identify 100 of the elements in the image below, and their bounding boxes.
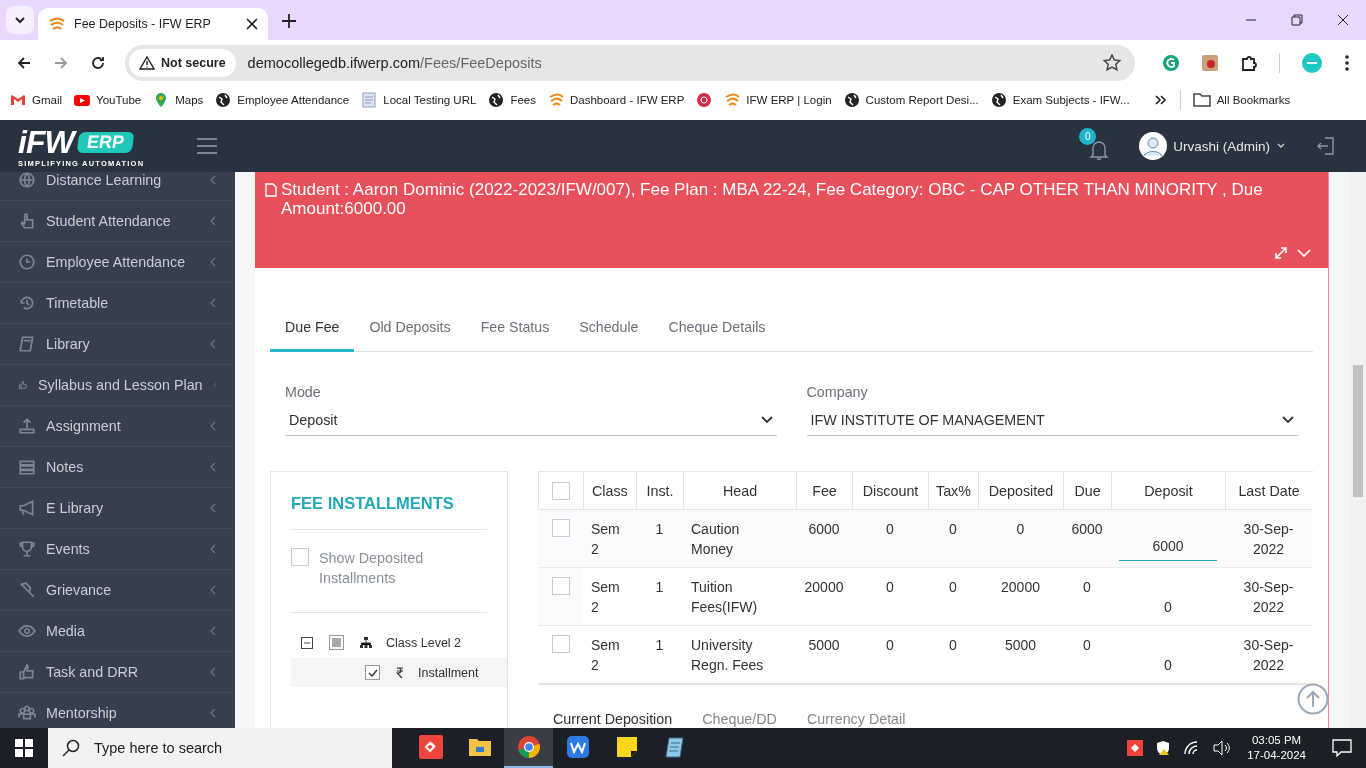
globe-icon xyxy=(990,92,1007,108)
swirl-icon xyxy=(724,92,741,108)
table-cell-text: 0 xyxy=(1164,597,1172,617)
tree-node-label[interactable]: Class Level 2 xyxy=(386,635,462,650)
user-menu[interactable]: Urvashi (Admin) xyxy=(1139,132,1286,160)
field-label: Mode xyxy=(285,384,322,400)
bookmark[interactable]: Maps xyxy=(153,92,204,108)
chevron-left-icon xyxy=(209,298,217,308)
bookmark[interactable]: Local Testing URL xyxy=(361,92,477,108)
extension-logo-icon[interactable] xyxy=(1201,53,1219,72)
caret-icon xyxy=(1282,416,1294,424)
caret-icon xyxy=(760,416,773,424)
close-icon[interactable] xyxy=(246,18,258,30)
target-icon xyxy=(696,92,713,108)
table-cell-text: 20000 xyxy=(1001,578,1040,597)
star-icon[interactable] xyxy=(1103,53,1121,72)
diamond-app-icon xyxy=(418,735,443,759)
table-cell-text: 0 xyxy=(886,636,894,655)
list-icon xyxy=(18,458,36,476)
browser-tab[interactable]: Fee Deposits - IFW ERP xyxy=(38,8,268,40)
chevron-left-icon xyxy=(209,503,217,513)
table-cell-text: 0 xyxy=(1083,578,1091,597)
sidebar-item[interactable]: Distance Learning xyxy=(0,172,235,201)
speaker-icon[interactable] xyxy=(1213,740,1232,756)
diamond-app-icon[interactable] xyxy=(1127,740,1144,756)
address-bar[interactable]: Not secure democollegedb.ifwerp.com/Fees/FeeDeposits xyxy=(125,44,1135,81)
clock-icon xyxy=(18,253,36,271)
chevron-left-icon xyxy=(212,380,217,390)
chevron-left-icon xyxy=(209,462,217,472)
bookmark[interactable]: Employee Attendance xyxy=(215,92,350,108)
bookmark[interactable]: Custom Report Desi... xyxy=(843,92,979,108)
bell-icon[interactable] xyxy=(1089,139,1110,161)
bookmark[interactable]: Gmail xyxy=(10,92,63,108)
scrollbar-thumb[interactable] xyxy=(1353,365,1363,497)
chevrons-right-icon[interactable] xyxy=(1153,93,1168,107)
bookmark[interactable]: Dashboard - IFW ERP xyxy=(547,92,685,108)
field-label: Company xyxy=(806,384,869,400)
search-field[interactable]: Type here to search xyxy=(48,728,392,768)
tree-node-label[interactable]: Installment xyxy=(418,665,479,680)
chevron-down-icon[interactable] xyxy=(1296,246,1312,260)
sidebar-item[interactable]: Notes xyxy=(0,447,235,488)
chevron-left-icon xyxy=(209,708,217,718)
tree-checkbox[interactable] xyxy=(365,665,380,680)
table-cell-text: 6000 xyxy=(808,520,840,539)
table-cell-text: Sem 2 xyxy=(591,636,621,675)
tab[interactable]: Current Deposition xyxy=(553,711,673,727)
select-all-checkbox[interactable] xyxy=(552,481,570,500)
play-icon xyxy=(74,92,91,108)
forward-icon[interactable] xyxy=(53,54,69,71)
tab[interactable]: Old Deposits xyxy=(354,313,466,352)
chevron-left-icon xyxy=(209,216,217,226)
chevron-left-icon xyxy=(209,175,217,185)
hierarchy-icon xyxy=(360,637,372,648)
security-chip[interactable]: Not secure xyxy=(129,48,236,77)
shield-icon[interactable] xyxy=(1155,740,1172,756)
warning-icon xyxy=(139,55,155,70)
panel-title: FEE INSTALLMENTS xyxy=(291,493,455,514)
bookmark[interactable]: Exam Subjects - IFW... xyxy=(990,92,1130,108)
tree-checkbox[interactable] xyxy=(329,635,344,650)
puzzle-icon[interactable] xyxy=(1240,53,1258,72)
tab[interactable]: Cheque/DD xyxy=(702,711,777,727)
grammarly-icon[interactable] xyxy=(1162,53,1180,72)
tab[interactable]: Fee Status xyxy=(465,313,565,352)
thumbs-up-icon xyxy=(18,663,36,681)
tab[interactable]: Schedule xyxy=(564,313,654,352)
bookmark[interactable]: Fees xyxy=(488,92,536,108)
menu-icon[interactable] xyxy=(196,138,218,154)
all-bookmarks-button[interactable]: All Bookmarks xyxy=(1192,92,1291,108)
expand-icon[interactable] xyxy=(1274,246,1288,260)
tab[interactable]: Due Fee xyxy=(270,313,355,352)
table-cell-text: 0 xyxy=(949,636,957,655)
table-cell-text: 5000 xyxy=(808,636,840,655)
row-checkbox[interactable] xyxy=(551,577,570,595)
tab-search-button[interactable] xyxy=(6,6,34,34)
taskbar-app[interactable] xyxy=(504,728,553,768)
notifications-icon[interactable] xyxy=(1332,739,1352,757)
table-cell-text: 0 xyxy=(949,578,957,597)
bookmark[interactable] xyxy=(696,92,713,108)
bookmark[interactable]: IFW ERP | Login xyxy=(724,92,832,108)
clock[interactable]: 03:05 PM 17-04-2024 xyxy=(1247,733,1306,763)
logout-icon[interactable] xyxy=(1316,136,1336,156)
tab[interactable]: Currency Detail xyxy=(806,711,906,727)
checkbox[interactable] xyxy=(291,548,309,566)
globe-icon xyxy=(215,92,232,108)
chevron-down-icon xyxy=(14,14,26,26)
collapse-icon[interactable] xyxy=(301,636,313,649)
select-field[interactable]: Deposit xyxy=(285,405,777,436)
trophy-icon xyxy=(18,540,36,558)
more-menu-icon[interactable] xyxy=(1344,53,1350,72)
bookmark[interactable]: YouTube xyxy=(74,92,142,108)
reload-icon[interactable] xyxy=(90,54,106,71)
row-checkbox[interactable] xyxy=(551,635,570,653)
select-field[interactable]: IFW INSTITUTE OF MANAGEMENT xyxy=(806,405,1298,436)
windows-start-icon[interactable] xyxy=(15,739,33,757)
new-tab-icon[interactable] xyxy=(282,14,296,28)
row-checkbox[interactable] xyxy=(551,519,570,537)
globe-icon xyxy=(488,92,505,108)
tab[interactable]: Cheque Details xyxy=(653,313,781,352)
back-icon[interactable] xyxy=(16,54,32,71)
chevron-left-icon xyxy=(209,421,217,431)
